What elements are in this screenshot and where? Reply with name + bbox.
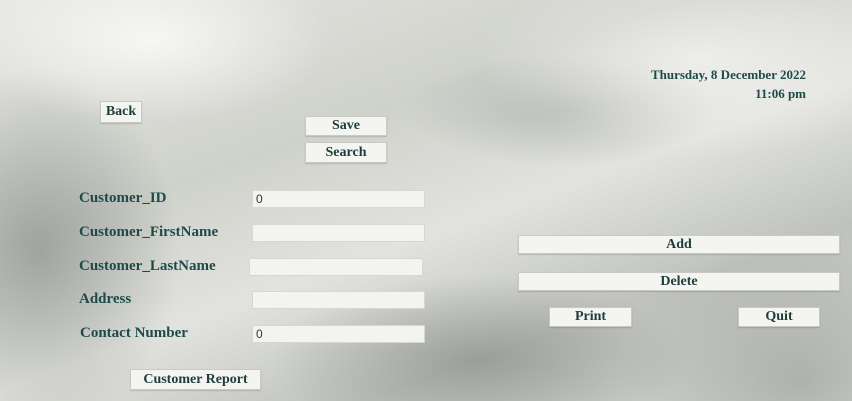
save-button[interactable]: Save xyxy=(305,116,387,136)
add-button[interactable]: Add xyxy=(518,235,840,254)
customer-report-button[interactable]: Customer Report xyxy=(130,369,261,390)
contact-number-label: Contact Number xyxy=(80,325,188,341)
address-label: Address xyxy=(79,291,132,307)
delete-button[interactable]: Delete xyxy=(518,272,840,291)
print-button[interactable]: Print xyxy=(549,307,632,327)
first-name-label: Customer_FirstName xyxy=(79,224,219,240)
contact-number-field[interactable]: 0 xyxy=(252,325,425,343)
last-name-label: Customer_LastName xyxy=(79,258,216,274)
time-display: 11:06 pm xyxy=(755,86,806,101)
search-button[interactable]: Search xyxy=(305,142,387,163)
address-field[interactable] xyxy=(252,291,425,309)
quit-button[interactable]: Quit xyxy=(738,307,820,327)
customer-id-label: Customer_ID xyxy=(79,190,167,206)
first-name-field[interactable] xyxy=(252,224,425,242)
back-button[interactable]: Back xyxy=(100,101,142,123)
date-display: Thursday, 8 December 2022 xyxy=(650,67,806,82)
customer-id-field[interactable]: 0 xyxy=(252,190,425,208)
last-name-field[interactable] xyxy=(249,258,423,276)
